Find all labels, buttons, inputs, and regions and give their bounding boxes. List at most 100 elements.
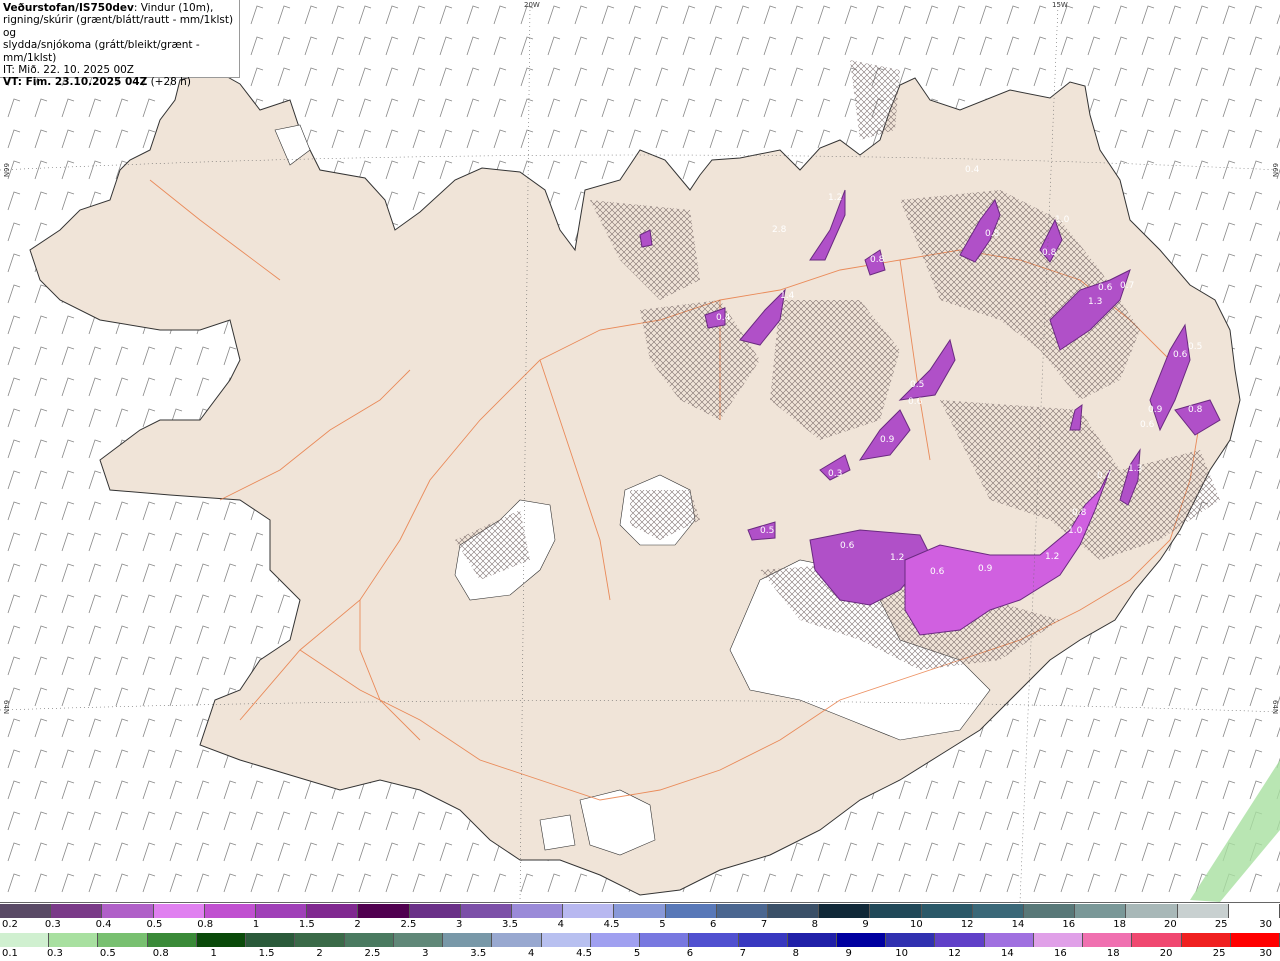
precip-value-label: 0.5 [1188,342,1202,352]
legend-swatch [358,904,410,918]
legend-swatch [512,904,564,918]
legend-swatch [590,933,641,947]
legend-tick-label: 5 [659,919,666,930]
legend-swatch [256,904,308,918]
legend-tick-label: 3.5 [502,919,518,930]
precip-value-label: 0.5 [910,380,924,390]
legend-swatch [614,904,666,918]
info-line2: rigning/skúrir (grænt/blátt/rautt - mm/1… [3,14,234,39]
legend-swatch [246,933,296,947]
legend-swatch [443,933,493,947]
legend-tick-label: 0.8 [197,919,214,930]
legend-tick-label: 3.5 [470,948,487,959]
legend-tick-label: 2 [316,948,323,959]
legend-tick-label: 20 [1159,948,1173,959]
legend-tick-label: 0.8 [152,948,169,959]
legend-swatch [665,904,717,918]
legend-swatch [1230,933,1280,947]
legend-swatch [836,933,887,947]
precip-value-label: 0.9 [880,435,895,445]
legend-swatch [886,933,936,947]
forecast-map: 0.40.81.00.80.81.22.81.30.70.60.50.60.90… [0,0,1280,902]
valid-time: VT: Fim. 23.10.2025 04Z [3,76,148,89]
precip-value-label: 0.6 [1098,283,1113,293]
legend-tick-label: 1.5 [258,948,275,959]
precip-value-label: 0.8 [1042,248,1057,258]
precip-value-label: 0.8 [1188,405,1203,415]
forecast-offset: (+28 h) [147,76,191,89]
legend-tick-label: 16 [1053,948,1067,959]
legend-swatch [1033,933,1084,947]
precip-value-label: 1.2 [890,553,904,563]
legend-swatch [563,904,615,918]
model-source: Veðurstofan/IS750dev [3,2,134,14]
grid-label-66n-right: 66N [1271,163,1279,178]
legend-swatch [1083,933,1133,947]
legend-swatch [738,933,788,947]
legend-tick-label: 12 [960,919,974,930]
precip-value-label: 0.4 [716,313,731,323]
legend-swatch [51,904,103,918]
rain-colorbar [0,933,1280,947]
precip-value-label: 0.8 [1072,508,1087,518]
legend-swatch [409,904,461,918]
precip-value-label: 0.3 [828,469,842,479]
legend-swatch [49,933,99,947]
legend-swatch [1075,904,1127,918]
grid-label-20w: 20W [524,1,540,9]
legend-tick-label: 8 [811,919,818,930]
legend-tick-label: 9 [862,919,869,930]
precip-value-label: 0.6 [930,567,945,577]
legend-tick-label: 20 [1164,919,1177,930]
legend-swatch [768,904,820,918]
legend-tick-label: 12 [948,948,961,959]
precip-value-label: 0.5 [760,526,774,536]
precip-value-label: 0.8 [985,229,1000,239]
grid-label-15w: 15W [1052,1,1068,9]
legend-tick-label: 0.2 [2,919,18,930]
legend-swatch [984,933,1034,947]
legend-tick-label: 1 [252,919,260,930]
init-time: IT: Mið. 22. 10. 2025 00Z [3,64,134,77]
legend-tick-label: 16 [1062,919,1076,930]
legend-tick-label: 1 [210,948,217,959]
legend-tick-label: 30 [1259,948,1272,959]
legend-tick-label: 5 [633,948,641,959]
legend-swatch [307,904,359,918]
legend-swatch [147,933,197,947]
legend-swatch [972,904,1025,918]
legend-swatch [1024,904,1076,918]
precip-value-label: 1.3 [1088,297,1102,307]
info-line1: : Vindur (10m), [133,2,214,14]
legend-swatch [1177,904,1229,918]
precip-value-label: 0.7 [1120,281,1134,291]
legend-swatch [344,933,394,947]
legend-swatch [393,933,444,947]
legend-tick-label: 4 [557,919,564,930]
legend-tick-label: 2.5 [400,919,417,930]
legend-swatch [492,933,542,947]
legend-swatch [0,904,52,918]
legend-tick-label: 0.4 [95,919,112,930]
legend-tick-label: 0.5 [99,948,116,959]
precip-value-label: 1.2 [828,193,842,203]
precip-value-label: 1.2 [1045,552,1059,562]
precip-value-label: 0.8 [870,255,885,265]
precip-value-label: 1.3 [1128,464,1142,474]
legend-swatch [921,904,973,918]
legend-tick-label: 9 [845,948,852,959]
legend-tick-label: 2 [354,919,361,930]
legend-tick-label: 3 [422,948,429,959]
precip-value-label: 0.4 [965,165,980,175]
legend-tick-label: 14 [1011,919,1025,930]
legend-tick-label: 4 [527,948,535,959]
precip-value-label: 0.6 [840,541,855,551]
precip-value-label: 0.7 [1097,471,1111,481]
legend-swatch [295,933,345,947]
legend-tick-label: 0.3 [46,948,63,959]
precip-value-label: 0.9 [1148,405,1163,415]
snow-colorbar [0,904,1280,918]
legend-tick-label: 30 [1259,919,1272,930]
precip-value-label: 0.6 [908,397,923,407]
legend-tick-label: 25 [1214,919,1228,930]
